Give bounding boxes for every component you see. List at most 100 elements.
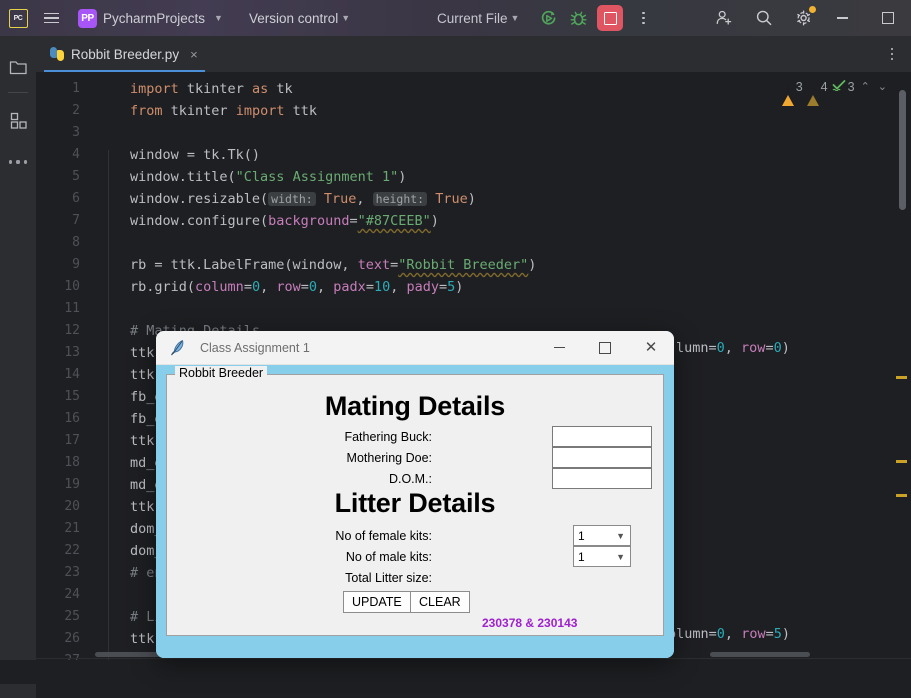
line-number: 18 — [64, 455, 80, 470]
horizontal-scrollbar-right[interactable] — [710, 652, 810, 657]
checks-ok-count: 3 — [847, 79, 855, 94]
project-folder-icon[interactable] — [0, 50, 36, 84]
update-button[interactable]: UPDATE — [343, 591, 411, 613]
line-text: window.configure(background="#87CEEB") — [130, 213, 439, 229]
more-tool-windows-icon[interactable] — [0, 145, 36, 179]
tab-filename: Robbit Breeder.py — [71, 46, 180, 62]
status-bar — [0, 660, 911, 684]
line-number: 20 — [64, 499, 80, 514]
female-kits-label: No of female kits: — [335, 529, 432, 543]
line-number: 1 — [72, 81, 80, 96]
line-number: 8 — [72, 235, 80, 250]
line-number: 6 — [72, 191, 80, 206]
add-user-icon[interactable] — [709, 3, 739, 33]
python-file-icon — [50, 47, 64, 61]
editor-scrollbar[interactable] — [896, 80, 909, 650]
line-number: 15 — [64, 389, 80, 404]
previous-problem-icon[interactable]: ⌃ — [859, 80, 872, 93]
dialog-maximize-button[interactable] — [582, 331, 628, 364]
line-number: 9 — [72, 257, 80, 272]
dialog-body: Robbit Breeder Mating Details Fathering … — [156, 365, 674, 658]
line-number: 14 — [64, 367, 80, 382]
settings-notification-badge — [809, 6, 816, 13]
warning-triangle-icon: ! — [806, 80, 819, 106]
maximize-window-button[interactable] — [865, 0, 911, 36]
stop-button[interactable] — [597, 5, 624, 31]
line-number: 7 — [72, 213, 80, 228]
more-options-icon[interactable] — [632, 3, 654, 33]
checkmark-icon — [832, 79, 846, 94]
warning-marker[interactable] — [896, 494, 907, 497]
dialog-window-buttons: ✕ — [536, 331, 674, 364]
line-text: window.resizable(width: True, height: Tr… — [130, 191, 476, 207]
line-number: 26 — [64, 631, 80, 646]
line-number: 25 — [64, 609, 80, 624]
warning-triangle-icon: ! — [781, 80, 794, 106]
fathering-buck-input[interactable] — [552, 426, 652, 447]
total-litter-size-label: Total Litter size: — [345, 571, 432, 585]
line-number: 13 — [64, 345, 80, 360]
next-problem-icon[interactable]: ⌄ — [876, 80, 889, 93]
line-text: import tkinter as tk — [130, 81, 293, 97]
mating-details-heading: Mating Details — [324, 391, 506, 421]
credits-label: 230378 & 230143 — [482, 616, 578, 630]
line-number: 23 — [64, 565, 80, 580]
warnings-orange[interactable]: ! 3 — [781, 80, 803, 106]
line-number: 5 — [72, 169, 80, 184]
line-text: rb = ttk.LabelFrame(window, text="Robbit… — [130, 257, 537, 273]
project-name-label: PycharmProjects — [103, 10, 206, 26]
editor-tab-bar: Robbit Breeder.py × — [36, 36, 911, 72]
chevron-down-icon: ▼ — [214, 13, 223, 23]
clear-button[interactable]: CLEAR — [410, 591, 470, 613]
line-number: 22 — [64, 543, 80, 558]
editor-tab[interactable]: Robbit Breeder.py × — [36, 36, 207, 72]
female-kits-combobox[interactable]: 1 ▼ — [573, 525, 631, 546]
hamburger-menu-icon[interactable] — [36, 0, 66, 36]
version-control-label: Version control — [248, 10, 339, 26]
robbit-breeder-labelframe: Robbit Breeder Mating Details Fathering … — [166, 366, 664, 636]
main-title-bar: PC PP PycharmProjects ▼ Version control … — [0, 0, 911, 36]
dom-label: D.O.M.: — [388, 472, 432, 486]
editor-options-icon[interactable] — [881, 39, 903, 69]
line-number: 19 — [64, 477, 80, 492]
male-kits-combobox[interactable]: 1 ▼ — [573, 546, 631, 567]
left-tool-rail — [0, 36, 36, 698]
warning-marker[interactable] — [896, 460, 907, 463]
warning-marker[interactable] — [896, 376, 907, 379]
line-text: rb.grid(column=0, row=0, padx=10, pady=5… — [130, 279, 464, 295]
tkinter-app-window[interactable]: Class Assignment 1 ✕ Robbit Breeder Mati… — [156, 331, 674, 658]
mothering-doe-input[interactable] — [552, 447, 652, 468]
minimize-window-button[interactable] — [819, 0, 865, 36]
run-configuration-selector[interactable]: Current File ▼ — [437, 11, 519, 26]
inspections-widget[interactable]: ! 3 ! 4 3 ⌃ ⌄ — [781, 79, 889, 106]
run-icon[interactable] — [533, 3, 563, 33]
close-tab-icon[interactable]: × — [186, 48, 198, 61]
line-number: 2 — [72, 103, 80, 118]
scrollbar-thumb[interactable] — [899, 90, 906, 210]
project-selector[interactable]: PP PycharmProjects ▼ — [78, 8, 223, 28]
warnings-dark[interactable]: ! 4 — [806, 79, 828, 106]
dialog-close-button[interactable]: ✕ — [628, 331, 674, 364]
male-kits-value: 1 — [578, 549, 585, 564]
checks-ok[interactable]: 3 — [832, 79, 855, 94]
dialog-title-bar[interactable]: Class Assignment 1 ✕ — [156, 331, 674, 365]
dialog-minimize-button[interactable] — [536, 331, 582, 364]
chevron-down-icon: ▼ — [616, 551, 625, 562]
version-control-menu[interactable]: Version control ▼ — [249, 11, 350, 26]
line-number: 24 — [64, 587, 80, 602]
editor-bottom-divider — [36, 658, 911, 659]
tkinter-feather-icon — [170, 339, 186, 356]
chevron-down-icon: ▼ — [510, 13, 520, 23]
debug-icon[interactable] — [563, 3, 593, 33]
structure-icon[interactable] — [0, 103, 36, 137]
run-configuration-label: Current File — [437, 10, 508, 26]
mothering-doe-label: Mothering Doe: — [346, 451, 432, 465]
gear-icon[interactable] — [789, 3, 819, 33]
dom-input[interactable] — [552, 468, 652, 489]
line-text: from tkinter import ttk — [130, 103, 318, 119]
search-icon[interactable] — [749, 3, 779, 33]
run-toolbar: Current File ▼ — [437, 0, 654, 36]
line-number: 4 — [72, 147, 80, 162]
dialog-title-text: Class Assignment 1 — [200, 340, 310, 355]
warnings-dark-count: 4 — [820, 79, 828, 94]
